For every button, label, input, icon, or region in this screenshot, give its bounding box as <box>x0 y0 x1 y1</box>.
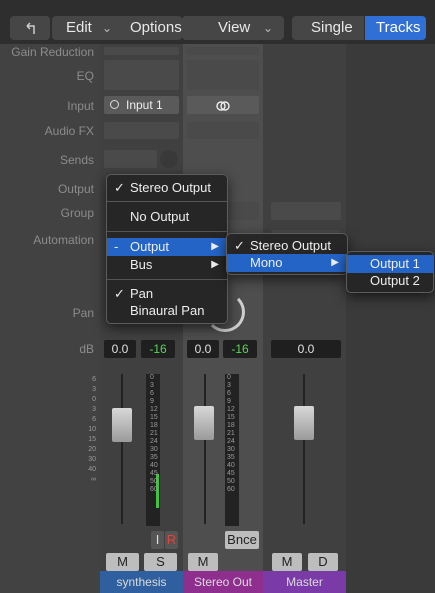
input-monitor-button[interactable]: I <box>151 531 164 549</box>
mono-output-submenu: Output 1 Output 2 <box>346 251 434 293</box>
audio-fx-slot[interactable] <box>104 122 179 139</box>
meter-scale: 0 3 6 9 12 15 18 21 24 30 35 40 45 50 60 <box>150 374 158 493</box>
chevron-down-icon: ⌄ <box>102 21 113 35</box>
track-name-tag[interactable]: synthesis <box>100 571 183 593</box>
output-context-menu: ✓ Stereo Output No Output - Output ▶ Bus… <box>106 174 228 324</box>
audio-fx-label: Audio FX <box>44 124 94 138</box>
fader-scale: 6 3 0 3 6 10 15 20 30 40 ∞ <box>88 376 96 483</box>
menu-separator <box>107 279 227 280</box>
mute-button[interactable]: M <box>188 553 218 571</box>
menu-item-no-output[interactable]: No Output <box>107 208 227 226</box>
bounce-button[interactable]: Bnce <box>225 531 259 549</box>
menu-item-stereo-output[interactable]: ✓ Stereo Output <box>227 237 347 255</box>
volume-readout[interactable]: 0.0 <box>271 340 341 358</box>
sends-label: Sends <box>59 153 94 167</box>
peak-readout[interactable]: -16 <box>141 340 175 358</box>
view-menu-wrap: View ⌄ <box>182 16 284 40</box>
volume-readout[interactable]: 0.0 <box>187 340 219 358</box>
submenu-arrow-icon: ▶ <box>211 259 219 270</box>
db-label: dB <box>79 342 94 356</box>
volume-fader-knob[interactable] <box>194 406 214 440</box>
meter-scale: 0 3 6 9 12 15 18 21 24 30 35 40 45 50 60 <box>227 374 235 493</box>
menu-separator <box>107 231 227 232</box>
volume-fader-knob[interactable] <box>112 408 132 442</box>
menu-separator <box>107 201 227 202</box>
send-level-knob[interactable] <box>160 150 178 168</box>
input-label: Input <box>67 99 94 113</box>
volume-fader-knob[interactable] <box>294 406 314 440</box>
empty-mixer-area <box>346 44 435 593</box>
send-slot[interactable] <box>104 150 157 168</box>
back-button[interactable] <box>10 16 50 40</box>
chevron-down-icon: ⌄ <box>263 21 274 35</box>
eq-thumbnail[interactable] <box>187 60 259 90</box>
fader-track <box>303 374 305 524</box>
output-label: Output <box>57 182 94 196</box>
dim-button[interactable]: D <box>308 553 338 571</box>
fader-track <box>121 374 123 524</box>
menu-item-mono[interactable]: Mono ▶ <box>227 254 347 272</box>
gain-reduction-meter <box>104 47 179 55</box>
menu-item-output-2[interactable]: Output 2 <box>347 272 433 290</box>
toolbar: Edit ⌄ Options ⌄ View ⌄ Single Tracks <box>0 0 435 44</box>
menu-item-stereo-output[interactable]: ✓ Stereo Output <box>107 179 227 197</box>
checkmark-icon: ✓ <box>114 180 125 195</box>
view-mode-segmented: Single Tracks <box>292 16 426 40</box>
mono-circle-icon <box>110 100 119 109</box>
menu-item-bus[interactable]: Bus ▶ <box>107 256 227 274</box>
automation-label: Automation <box>33 233 94 247</box>
input-slot[interactable] <box>187 96 259 114</box>
mute-button[interactable]: M <box>272 553 302 571</box>
edit-menu[interactable]: Edit <box>66 16 92 40</box>
fader-track <box>204 374 206 524</box>
menu-item-binaural-pan[interactable]: Binaural Pan <box>107 302 227 320</box>
pan-label: Pan <box>72 306 94 320</box>
view-menu[interactable]: View <box>218 16 250 40</box>
row-label-column: Gain Reduction EQ Input Audio FX Sends O… <box>0 44 100 593</box>
options-menu[interactable]: Options <box>130 16 182 40</box>
input-slot[interactable]: Input 1 <box>104 96 179 114</box>
checkmark-icon: ✓ <box>234 238 245 253</box>
dash-icon: - <box>114 239 119 254</box>
eq-label: EQ <box>76 69 94 83</box>
output-submenu: ✓ Stereo Output Mono ▶ <box>226 233 348 275</box>
group-label: Group <box>60 206 94 220</box>
single-button[interactable]: Single <box>311 16 353 40</box>
tracks-button[interactable]: Tracks <box>365 16 426 40</box>
stereo-link-icon <box>216 99 230 117</box>
submenu-arrow-icon: ▶ <box>331 257 339 268</box>
gain-reduction-meter <box>187 47 259 55</box>
audio-fx-slot[interactable] <box>187 122 259 139</box>
checkmark-icon: ✓ <box>114 286 125 301</box>
record-enable-button[interactable]: R <box>165 531 178 549</box>
track-name-tag[interactable]: Stereo Out <box>183 571 263 593</box>
group-slot[interactable] <box>271 202 341 220</box>
menu-item-pan[interactable]: ✓ Pan <box>107 285 227 303</box>
channel-strip-master: 0.0 M D Master <box>263 44 346 593</box>
input-slot-label: Input 1 <box>126 98 163 112</box>
solo-button[interactable]: S <box>144 553 177 571</box>
volume-readout[interactable]: 0.0 <box>104 340 136 358</box>
gain-reduction-label: Gain Reduction <box>11 45 94 59</box>
eq-thumbnail[interactable] <box>104 60 179 90</box>
submenu-arrow-icon: ▶ <box>211 241 219 252</box>
track-name-tag[interactable]: Master <box>263 571 346 593</box>
menu-item-output[interactable]: - Output ▶ <box>107 238 227 256</box>
back-arrow-icon <box>23 20 39 44</box>
mute-button[interactable]: M <box>106 553 139 571</box>
peak-readout[interactable]: -16 <box>223 340 257 358</box>
menu-item-output-1[interactable]: Output 1 <box>347 255 433 273</box>
group-slot[interactable] <box>225 202 259 220</box>
